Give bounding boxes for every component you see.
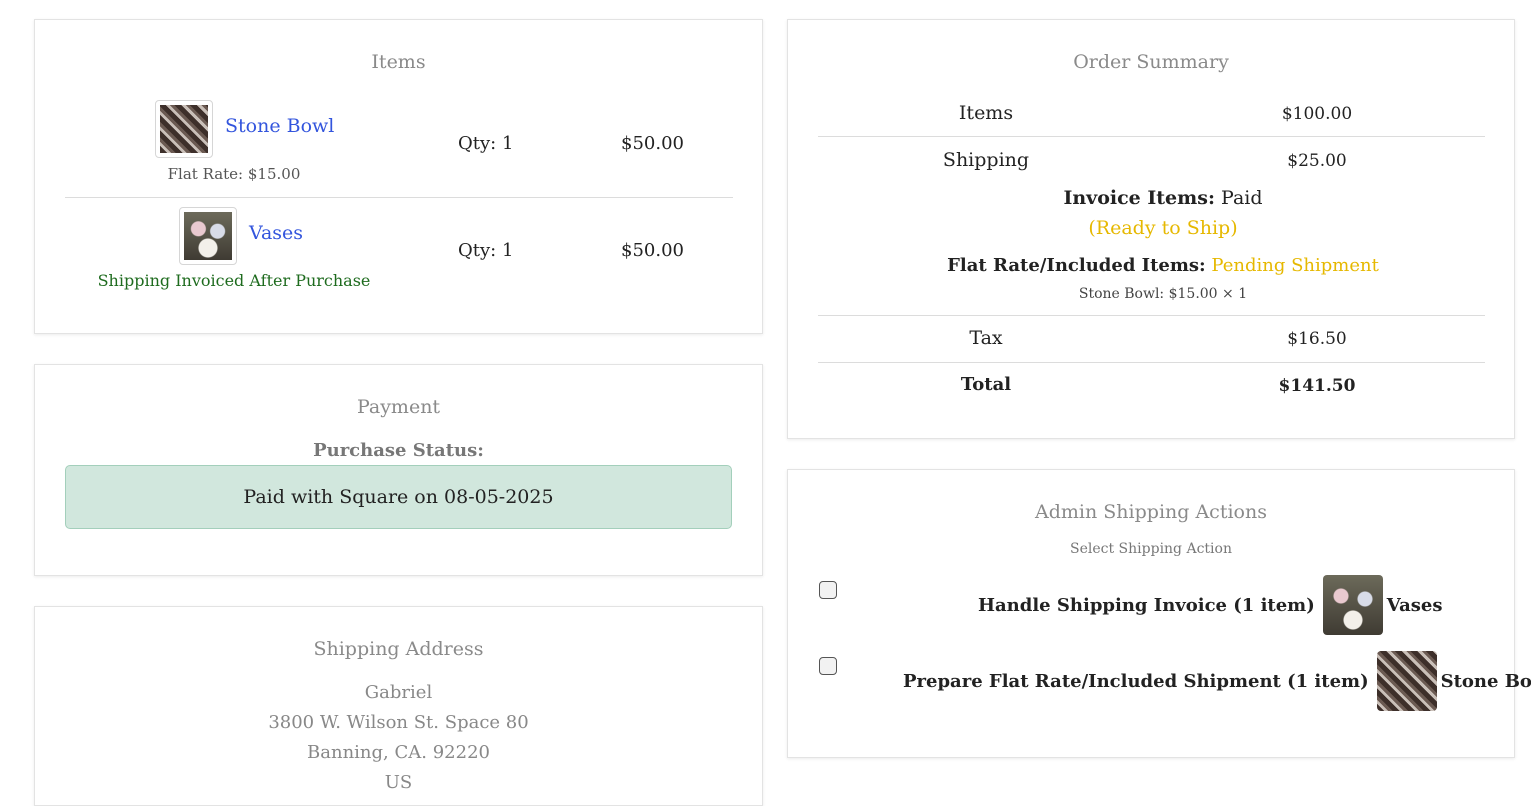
item-price: $50.00 [621, 133, 684, 154]
prepare-flat-rate-shipment-option[interactable]: Prepare Flat Rate/Included Shipment (1 i… [903, 651, 1531, 711]
invoice-items-status-line: Invoice Items: Paid [818, 187, 1508, 209]
admin-shipping-actions-title: Admin Shipping Actions [1035, 501, 1267, 523]
item-qty: Qty: 1 [458, 133, 514, 154]
item-price: $50.00 [621, 240, 684, 261]
payment-status-text: Paid with Square on 08-05-2025 [243, 486, 554, 508]
payment-status-alert: Paid with Square on 08-05-2025 [65, 465, 732, 529]
flat-rate-label: Flat Rate/Included Items: [947, 255, 1206, 276]
summary-divider [818, 315, 1485, 316]
prepare-flat-rate-shipment-checkbox[interactable] [819, 657, 837, 675]
items-card-title: Items [371, 51, 426, 73]
item-flat-rate-note: Flat Rate: $15.00 [167, 165, 301, 183]
items-card: Items Stone Bowl Flat Rate: $15.00 Qty: … [34, 19, 763, 334]
invoice-items-value: Paid [1221, 187, 1263, 209]
summary-shipping-label: Shipping [942, 149, 1030, 171]
item-row: Vases Shipping Invoiced After Purchase Q… [65, 206, 733, 306]
summary-items-value: $100.00 [1281, 104, 1353, 124]
summary-shipping-row: Shipping $25.00 [818, 149, 1485, 179]
stone-bowl-image-icon [160, 105, 208, 153]
order-summary-card: Order Summary Items $100.00 Shipping $25… [787, 19, 1515, 439]
admin-shipping-actions-card: Admin Shipping Actions Select Shipping A… [787, 469, 1531, 758]
prepare-flat-rate-shipment-label: Prepare Flat Rate/Included Shipment (1 i… [903, 670, 1369, 692]
stone-bowl-image-icon [1376, 651, 1437, 711]
item-link-stone-bowl[interactable]: Stone Bowl [225, 115, 334, 137]
select-shipping-action-label: Select Shipping Action [1070, 541, 1232, 557]
handle-shipping-invoice-label: Handle Shipping Invoice (1 item) [978, 594, 1315, 616]
shipping-address-card: Shipping Address Gabriel 3800 W. Wilson … [34, 606, 763, 806]
purchase-status-label: Purchase Status: [313, 440, 484, 461]
address-name: Gabriel [364, 682, 433, 703]
summary-tax-value: $16.50 [1287, 329, 1347, 349]
stone-bowl-thumbnail[interactable] [155, 100, 213, 158]
summary-items-row: Items $100.00 [818, 102, 1485, 132]
shipping-address-title: Shipping Address [313, 638, 484, 660]
summary-items-label: Items [958, 102, 1014, 124]
address-street: 3800 W. Wilson St. Space 80 [268, 712, 529, 733]
summary-divider [818, 362, 1485, 363]
summary-total-value: $141.50 [1278, 376, 1356, 396]
item-row: Stone Bowl Flat Rate: $15.00 Qty: 1 $50.… [65, 98, 733, 198]
payment-card: Payment Purchase Status: Paid with Squar… [34, 364, 763, 576]
item-link-vases[interactable]: Vases [249, 222, 303, 244]
vases-thumbnail[interactable] [179, 207, 237, 265]
item-qty: Qty: 1 [458, 240, 514, 261]
handle-shipping-invoice-option[interactable]: Handle Shipping Invoice (1 item) Vases [978, 575, 1442, 635]
payment-card-title: Payment [356, 396, 441, 418]
summary-tax-row: Tax $16.50 [818, 327, 1485, 357]
flat-rate-detail: Stone Bowl: $15.00 × 1 [1078, 286, 1248, 302]
summary-tax-label: Tax [969, 327, 1003, 349]
summary-total-label: Total [960, 374, 1012, 395]
flat-rate-status-value: Pending Shipment [1211, 255, 1379, 276]
action-item-name: Stone Bowl [1440, 670, 1531, 692]
flat-rate-status-line: Flat Rate/Included Items: Pending Shipme… [818, 255, 1508, 276]
handle-shipping-invoice-checkbox[interactable] [819, 581, 837, 599]
address-city: Banning, CA. 92220 [307, 742, 490, 763]
vases-image-icon [184, 212, 232, 260]
summary-shipping-value: $25.00 [1287, 151, 1347, 171]
ready-to-ship-status: (Ready to Ship) [1088, 217, 1238, 239]
summary-divider [818, 136, 1485, 137]
item-shipping-invoiced-note: Shipping Invoiced After Purchase [97, 271, 371, 290]
invoice-items-label: Invoice Items: [1063, 187, 1215, 209]
order-summary-title: Order Summary [1073, 51, 1229, 73]
summary-total-row: Total $141.50 [818, 374, 1485, 404]
vases-image-icon [1322, 575, 1383, 635]
action-item-name: Vases [1386, 594, 1443, 616]
